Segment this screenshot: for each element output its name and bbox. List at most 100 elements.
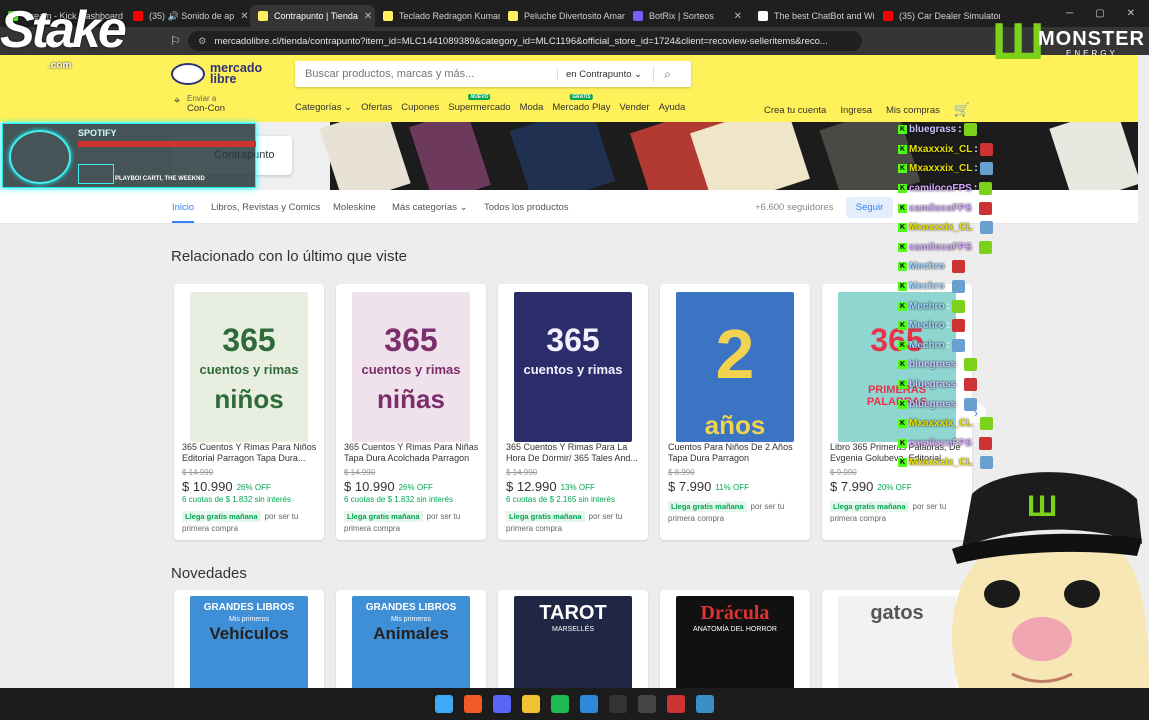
tab-todos-productos[interactable]: Todos los productos — [484, 202, 569, 213]
brave-icon[interactable] — [464, 695, 482, 713]
chat-message: Kbluegrass: — [898, 375, 1038, 395]
nav-ofertas[interactable]: Ofertas — [361, 102, 392, 113]
chat-message: K Mxaxxxix_CL: — [898, 218, 1038, 238]
product-card[interactable]: 365 cuentos y rimas 365 Cuentos Y Rimas … — [498, 284, 648, 540]
spotify-icon[interactable] — [551, 695, 569, 713]
chat-username[interactable]: Mechro — [909, 301, 945, 312]
chat-username[interactable]: Mechro — [909, 281, 945, 292]
browser-tab[interactable]: The best ChatBot and Wi✕ — [750, 5, 875, 27]
create-account-link[interactable]: Crea tu cuenta — [764, 105, 826, 116]
browser-tab[interactable]: (35) Car Dealer Simulator✕ — [875, 5, 1000, 27]
chat-emote-icon — [951, 260, 965, 274]
windows-icon[interactable] — [435, 695, 453, 713]
nav-categorias[interactable]: Categorías ⌄ — [295, 102, 352, 113]
product-title[interactable]: 365 Cuentos Y Rimas Para Niños Editorial… — [182, 442, 322, 464]
chat-message: Kbluegrass: — [898, 394, 1038, 414]
follow-button[interactable]: Seguir — [846, 197, 893, 218]
nav-vender[interactable]: Vender — [619, 102, 649, 113]
product-title[interactable]: 365 Cuentos Y Rimas Para La Hora De Dorm… — [506, 442, 646, 464]
kick-badge-icon: K — [898, 301, 907, 311]
bookmark-icon[interactable]: ⚐ — [170, 34, 181, 48]
chat-username[interactable]: camilocoFPS — [909, 438, 972, 449]
new-product-card[interactable]: Drácula ANATOMÍA DEL HORROR — [660, 590, 810, 690]
tab-favicon-icon — [258, 11, 268, 21]
chat-emote-icon — [963, 123, 977, 137]
chat-username[interactable]: camilocoFPS — [909, 242, 972, 253]
nav-supermercado[interactable]: NUEVO Supermercado — [448, 94, 511, 113]
close-tab-icon[interactable]: ✕ — [364, 11, 372, 22]
new-product-card[interactable]: GRANDES LIBROS Mis primeros Animales — [336, 590, 486, 690]
chat-message: Kbluegrass: — [898, 355, 1038, 375]
discord-icon[interactable] — [493, 695, 511, 713]
tab-inicio[interactable]: Inicio — [172, 202, 195, 223]
chat-username[interactable]: Mxaxxxix_CL — [909, 418, 972, 429]
close-tab-icon[interactable]: ✕ — [240, 11, 248, 22]
nav-ayuda[interactable]: Ayuda — [659, 102, 686, 113]
product-image[interactable]: 365 cuentos y rimas niños — [190, 292, 308, 442]
location-selector[interactable]: ⌖ Enviar a Con-Con — [174, 94, 225, 114]
nav-mercado-play[interactable]: GRATIS Mercado Play — [552, 94, 610, 113]
followers-count: +6.600 seguidores — [755, 202, 834, 213]
tab-favicon-icon — [883, 11, 893, 21]
product-shipping: Llega gratis mañana por ser tu primera co… — [668, 501, 785, 523]
vpn-icon[interactable] — [667, 695, 685, 713]
product-card[interactable]: 365 cuentos y rimas niñas 365 Cuentos Y … — [336, 284, 486, 540]
browser-tab[interactable]: BotRix | Sorteos ✕ — [625, 5, 750, 27]
product-shipping: Llega gratis mañana por ser tu primera co… — [182, 511, 299, 533]
close-tab-icon[interactable]: ✕ — [734, 11, 742, 22]
search-icon[interactable]: ⌕ — [653, 66, 681, 82]
product-image[interactable]: 365 cuentos y rimas niñas — [352, 292, 470, 442]
chat-username[interactable]: Mechro — [909, 340, 945, 351]
chat-username[interactable]: Mxaxxxix_CL — [909, 144, 972, 155]
chat-emote-icon — [979, 436, 993, 450]
product-image[interactable]: 2 años — [676, 292, 794, 442]
browser-tab-strip: stream - Kick Dashboard✕(35) 🔊 Sonido de… — [0, 0, 1149, 27]
edge-icon[interactable] — [580, 695, 598, 713]
chat-username[interactable]: bluegrass — [909, 379, 956, 390]
browser-tab[interactable]: Teclado Redragon Kumar✕ — [375, 5, 500, 27]
my-purchases-link[interactable]: Mis compras — [886, 105, 940, 116]
chat-username[interactable]: Mxaxxxix_CL — [909, 163, 972, 174]
browser-tab[interactable]: (35) 🔊 Sonido de ap ✕ — [125, 5, 250, 27]
tab-title: Teclado Redragon Kumar — [399, 11, 500, 21]
nav-cupones[interactable]: Cupones — [401, 102, 439, 113]
search-scope-select[interactable]: en Contrapunto ⌄ — [557, 68, 653, 80]
login-link[interactable]: Ingresa — [840, 105, 872, 116]
browser-tab[interactable]: Peluche Divertosito Amar✕ — [500, 5, 625, 27]
product-title[interactable]: 365 Cuentos Y Rimas Para Niñas Tapa Dura… — [344, 442, 484, 464]
steam-icon[interactable] — [638, 695, 656, 713]
browser-tab[interactable]: Contrapunto | Tienda ✕ — [250, 5, 375, 27]
product-title[interactable]: Cuentos Para Niños De 2 Años Tapa Dura P… — [668, 442, 808, 464]
chat-username[interactable]: bluegrass — [909, 399, 956, 410]
chat-username[interactable]: camilocoFPS — [909, 203, 972, 214]
product-image[interactable]: GRANDES LIBROS Mis primeros Animales — [352, 596, 470, 690]
tab-mas-categorias[interactable]: Más categorías ⌄ — [392, 202, 468, 213]
nav-moda[interactable]: Moda — [520, 102, 544, 113]
site-info-icon[interactable]: ⚙ — [198, 36, 207, 47]
search-input[interactable] — [295, 68, 557, 80]
chat-emote-icon — [951, 299, 965, 313]
monitor-icon[interactable] — [696, 695, 714, 713]
chat-username[interactable]: bluegrass — [909, 359, 956, 370]
explorer-icon[interactable] — [522, 695, 540, 713]
ml-logo[interactable]: mercado libre — [171, 62, 262, 85]
product-card[interactable]: 365 cuentos y rimas niños 365 Cuentos Y … — [174, 284, 324, 540]
new-product-card[interactable]: GRANDES LIBROS Mis primeros Vehículos — [174, 590, 324, 690]
new-product-card[interactable]: TAROT MARSELLÉS — [498, 590, 648, 690]
product-card[interactable]: 2 años Cuentos Para Niños De 2 Años Tapa… — [660, 284, 810, 540]
product-image[interactable]: GRANDES LIBROS Mis primeros Vehículos — [190, 596, 308, 690]
tab-libros[interactable]: Libros, Revistas y Comics — [211, 202, 320, 213]
url-field[interactable]: ⚙ mercadolibre.cl/tienda/contrapunto?ite… — [188, 31, 862, 51]
cart-icon[interactable]: 🛒 — [954, 102, 970, 118]
product-image[interactable]: TAROT MARSELLÉS — [514, 596, 632, 690]
chat-username[interactable]: bluegrass — [909, 124, 956, 135]
chat-username[interactable]: Mechro — [909, 261, 945, 272]
product-price: $ 10.990 26% OFF — [344, 479, 433, 494]
chat-username[interactable]: Mechro — [909, 320, 945, 331]
product-image[interactable]: Drácula ANATOMÍA DEL HORROR — [676, 596, 794, 690]
chat-username[interactable]: camilocoFPS — [909, 183, 972, 194]
product-image[interactable]: 365 cuentos y rimas — [514, 292, 632, 442]
tab-moleskine[interactable]: Moleskine — [333, 202, 376, 213]
app-icon[interactable] — [609, 695, 627, 713]
chat-username[interactable]: Mxaxxxix_CL — [909, 222, 972, 233]
